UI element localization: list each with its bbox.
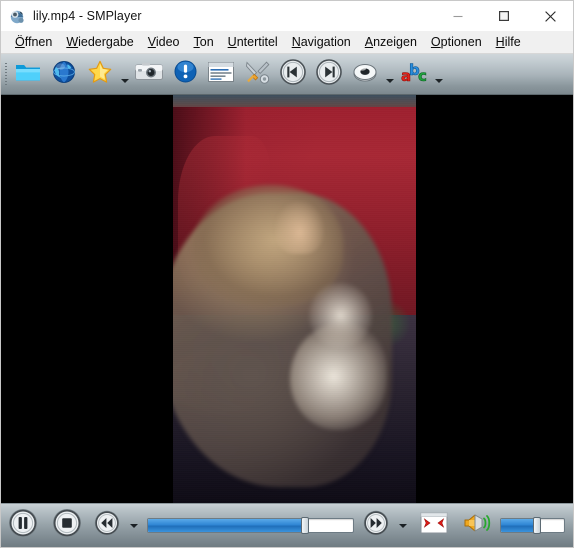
playback-control-bar bbox=[1, 503, 573, 547]
chevron-down-icon bbox=[399, 523, 407, 528]
open-url-button[interactable] bbox=[46, 55, 82, 93]
abc-subtitle-icon: a b c bbox=[399, 59, 429, 90]
menu-rest: ideo bbox=[155, 35, 180, 49]
chevron-down-icon bbox=[434, 79, 443, 83]
stop-icon bbox=[51, 507, 83, 544]
fast-forward-icon bbox=[362, 509, 390, 542]
playlist-icon bbox=[207, 61, 235, 88]
menu-item-wiedergabe[interactable]: Wiedergabe bbox=[59, 33, 140, 51]
main-toolbar: a b c bbox=[1, 54, 573, 95]
menu-rest: iedergabe bbox=[78, 35, 134, 49]
menu-accel: W bbox=[66, 35, 79, 49]
menu-accel: A bbox=[364, 35, 374, 49]
svg-text:c: c bbox=[418, 67, 427, 85]
audio-track-button[interactable] bbox=[347, 55, 383, 93]
stop-button[interactable] bbox=[45, 506, 89, 546]
menu-item-hilfe[interactable]: Hilfe bbox=[489, 33, 528, 51]
seek-slider-handle[interactable] bbox=[301, 517, 310, 534]
menu-item-untertitel[interactable]: Untertitel bbox=[221, 33, 285, 51]
video-frame bbox=[173, 95, 416, 503]
smplayer-icon bbox=[9, 8, 26, 25]
menu-rest: nzeigen bbox=[373, 35, 417, 49]
skip-next-icon bbox=[315, 58, 343, 91]
menu-rest: ilfe bbox=[504, 35, 521, 49]
menu-rest: ffnen bbox=[24, 35, 53, 49]
toolbar-drag-handle[interactable] bbox=[1, 54, 10, 95]
favorites-menu-arrow[interactable] bbox=[118, 55, 131, 93]
forward-menu-arrow[interactable] bbox=[394, 506, 412, 546]
pause-button[interactable] bbox=[1, 506, 45, 546]
video-scene-cat-paw bbox=[289, 323, 387, 430]
subtitles-button[interactable]: a b c bbox=[396, 55, 432, 93]
video-display-area[interactable] bbox=[1, 95, 573, 503]
minimize-button[interactable] bbox=[435, 1, 481, 31]
rewind-icon bbox=[93, 509, 121, 542]
chevron-down-icon bbox=[130, 523, 138, 528]
playlist-button[interactable] bbox=[203, 55, 239, 93]
next-button[interactable] bbox=[311, 55, 347, 93]
smplayer-window: lily.mp4 - SMPlayer Öffnen Wiedergabe Vi… bbox=[0, 0, 574, 548]
volume-slider[interactable] bbox=[500, 517, 565, 534]
tools-icon bbox=[244, 59, 270, 90]
menu-accel: O bbox=[430, 35, 441, 49]
rewind-menu-arrow[interactable] bbox=[125, 506, 143, 546]
menu-item-ton[interactable]: Ton bbox=[187, 33, 221, 51]
chevron-down-icon bbox=[120, 79, 129, 83]
volume-slider-fill bbox=[501, 519, 537, 532]
preferences-button[interactable] bbox=[239, 55, 275, 93]
screenshot-button[interactable] bbox=[131, 55, 167, 93]
pause-icon bbox=[7, 507, 39, 544]
camera-icon bbox=[134, 61, 164, 88]
window-title: lily.mp4 - SMPlayer bbox=[33, 9, 142, 23]
open-file-button[interactable] bbox=[10, 55, 46, 93]
chevron-down-icon bbox=[385, 79, 394, 83]
audio-disc-icon bbox=[351, 61, 379, 88]
menu-accel: H bbox=[495, 35, 505, 49]
menu-accel: N bbox=[291, 35, 301, 49]
fullscreen-icon bbox=[418, 510, 450, 541]
menu-accel: Ö bbox=[15, 35, 25, 49]
favorites-button[interactable] bbox=[82, 55, 118, 93]
info-icon bbox=[173, 59, 198, 89]
menu-item-optionen[interactable]: Optionen bbox=[424, 33, 489, 51]
media-info-button[interactable] bbox=[167, 55, 203, 93]
window-controls bbox=[435, 1, 573, 31]
maximize-button[interactable] bbox=[481, 1, 527, 31]
seek-slider-fill bbox=[148, 519, 304, 532]
menu-rest: on bbox=[199, 35, 214, 49]
title-bar-left: lily.mp4 - SMPlayer bbox=[1, 8, 142, 25]
close-button[interactable] bbox=[527, 1, 573, 31]
previous-button[interactable] bbox=[275, 55, 311, 93]
menu-bar: Öffnen Wiedergabe Video Ton Untertitel N… bbox=[1, 31, 573, 54]
title-bar: lily.mp4 - SMPlayer bbox=[1, 1, 573, 31]
fullscreen-button[interactable] bbox=[412, 506, 456, 546]
forward-button[interactable] bbox=[358, 506, 394, 546]
menu-accel: V bbox=[147, 35, 156, 49]
menu-rest: avigation bbox=[300, 35, 351, 49]
folder-icon bbox=[14, 60, 42, 89]
volume-slider-handle[interactable] bbox=[533, 517, 542, 534]
menu-item-video[interactable]: Video bbox=[141, 33, 187, 51]
menu-item-navigation[interactable]: Navigation bbox=[285, 33, 358, 51]
mute-button[interactable] bbox=[456, 506, 500, 546]
rewind-button[interactable] bbox=[89, 506, 125, 546]
menu-item-oeffnen[interactable]: Öffnen bbox=[8, 33, 59, 51]
globe-icon bbox=[51, 59, 77, 90]
audio-track-menu-arrow[interactable] bbox=[383, 55, 396, 93]
seek-slider[interactable] bbox=[147, 517, 354, 534]
menu-accel: U bbox=[227, 35, 237, 49]
menu-rest: ptionen bbox=[440, 35, 482, 49]
video-scene-cat-ear bbox=[275, 201, 324, 255]
subtitles-menu-arrow[interactable] bbox=[432, 55, 445, 93]
speaker-volume-icon bbox=[462, 510, 494, 541]
skip-previous-icon bbox=[279, 58, 307, 91]
menu-item-anzeigen[interactable]: Anzeigen bbox=[358, 33, 424, 51]
star-icon bbox=[87, 59, 113, 90]
menu-rest: ntertitel bbox=[236, 35, 278, 49]
